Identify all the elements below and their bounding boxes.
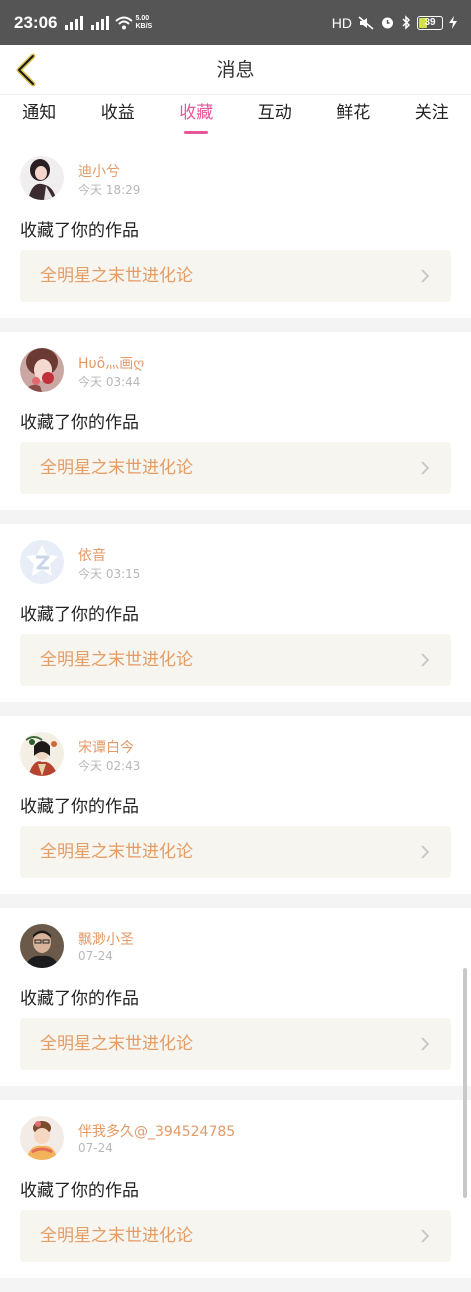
message-time: 07-24 bbox=[78, 1141, 113, 1155]
chevron-right-icon bbox=[417, 1036, 433, 1052]
work-title: 全明星之末世进化论 bbox=[40, 826, 193, 878]
username[interactable]: 依音 bbox=[78, 545, 106, 565]
page-title: 消息 bbox=[0, 45, 471, 95]
net-speed-value: 5.00 bbox=[135, 15, 149, 22]
message-card: 飘渺小圣 07-24 收藏了你的作品 全明星之末世进化论 bbox=[0, 908, 471, 1086]
status-right: HD 39 bbox=[332, 15, 457, 31]
status-bar: 23:06 5.00KB/S HD 39 bbox=[0, 0, 471, 45]
tab-flowers[interactable]: 鲜花 bbox=[314, 95, 393, 140]
work-link[interactable]: 全明星之末世进化论 bbox=[20, 1210, 451, 1262]
battery-level: 39 bbox=[424, 17, 435, 28]
avatar[interactable] bbox=[20, 540, 64, 584]
work-title: 全明星之末世进化论 bbox=[40, 1018, 193, 1070]
chevron-right-icon bbox=[417, 268, 433, 284]
message-card: 宋谭白今 今天 02:43 收藏了你的作品 全明星之末世进化论 bbox=[0, 716, 471, 894]
message-list: 迪小兮 今天 18:29 收藏了你的作品 全明星之末世进化论 Hυȏ灬画ღ 今天… bbox=[0, 140, 471, 1292]
tab-bar: 通知 收益 收藏 互动 鲜花 关注 bbox=[0, 95, 471, 140]
avatar[interactable] bbox=[20, 924, 64, 968]
work-link[interactable]: 全明星之末世进化论 bbox=[20, 634, 451, 686]
username[interactable]: 伴我多久@_394524785 bbox=[78, 1121, 235, 1141]
chevron-right-icon bbox=[417, 652, 433, 668]
username[interactable]: 迪小兮 bbox=[78, 161, 120, 181]
action-text: 收藏了你的作品 bbox=[20, 216, 139, 241]
username[interactable]: 宋谭白今 bbox=[78, 737, 134, 757]
work-title: 全明星之末世进化论 bbox=[40, 442, 193, 494]
work-link[interactable]: 全明星之末世进化论 bbox=[20, 826, 451, 878]
status-time: 23:06 bbox=[14, 13, 57, 33]
alarm-icon bbox=[380, 15, 395, 30]
message-card: 迪小兮 今天 18:29 收藏了你的作品 全明星之末世进化论 bbox=[0, 140, 471, 318]
tab-earnings[interactable]: 收益 bbox=[79, 95, 158, 140]
net-speed: 5.00KB/S bbox=[135, 15, 152, 31]
signal-icon-2 bbox=[91, 16, 109, 30]
tab-follow[interactable]: 关注 bbox=[393, 95, 471, 140]
message-card: 伴我多久@_394524785 07-24 收藏了你的作品 全明星之末世进化论 bbox=[0, 1100, 471, 1278]
battery-icon: 39 bbox=[417, 16, 443, 30]
work-link[interactable]: 全明星之末世进化论 bbox=[20, 1018, 451, 1070]
message-card: Hυȏ灬画ღ 今天 03:44 收藏了你的作品 全明星之末世进化论 bbox=[0, 332, 471, 510]
message-time: 今天 03:44 bbox=[78, 373, 140, 390]
net-speed-unit: KB/S bbox=[135, 23, 152, 30]
avatar[interactable] bbox=[20, 156, 64, 200]
scrollbar[interactable] bbox=[463, 968, 467, 1198]
work-title: 全明星之末世进化论 bbox=[40, 1210, 193, 1262]
message-card: 依音 今天 03:15 收藏了你的作品 全明星之末世进化论 bbox=[0, 524, 471, 702]
message-time: 今天 18:29 bbox=[78, 181, 140, 198]
avatar[interactable] bbox=[20, 732, 64, 776]
tab-favorites[interactable]: 收藏 bbox=[157, 95, 236, 140]
action-text: 收藏了你的作品 bbox=[20, 984, 139, 1009]
message-time: 今天 02:43 bbox=[78, 757, 140, 774]
message-time: 今天 03:15 bbox=[78, 565, 140, 582]
action-text: 收藏了你的作品 bbox=[20, 600, 139, 625]
tab-notice[interactable]: 通知 bbox=[0, 95, 79, 140]
charging-icon bbox=[449, 16, 457, 29]
work-title: 全明星之末世进化论 bbox=[40, 250, 193, 302]
tab-interaction[interactable]: 互动 bbox=[236, 95, 315, 140]
bluetooth-icon bbox=[401, 15, 411, 30]
chevron-right-icon bbox=[417, 844, 433, 860]
avatar[interactable] bbox=[20, 348, 64, 392]
wifi-icon bbox=[115, 16, 133, 30]
action-text: 收藏了你的作品 bbox=[20, 1176, 139, 1201]
chevron-right-icon bbox=[417, 1228, 433, 1244]
signal-icon bbox=[65, 16, 83, 30]
action-text: 收藏了你的作品 bbox=[20, 792, 139, 817]
action-text: 收藏了你的作品 bbox=[20, 408, 139, 433]
message-time: 07-24 bbox=[78, 949, 113, 963]
work-link[interactable]: 全明星之末世进化论 bbox=[20, 250, 451, 302]
chevron-right-icon bbox=[417, 460, 433, 476]
nav-bar: 消息 bbox=[0, 45, 471, 95]
username[interactable]: 飘渺小圣 bbox=[78, 929, 134, 949]
avatar[interactable] bbox=[20, 1116, 64, 1160]
work-link[interactable]: 全明星之末世进化论 bbox=[20, 442, 451, 494]
hd-label: HD bbox=[332, 15, 352, 31]
username[interactable]: Hυȏ灬画ღ bbox=[78, 353, 144, 373]
work-title: 全明星之末世进化论 bbox=[40, 634, 193, 686]
mute-icon bbox=[358, 16, 374, 30]
